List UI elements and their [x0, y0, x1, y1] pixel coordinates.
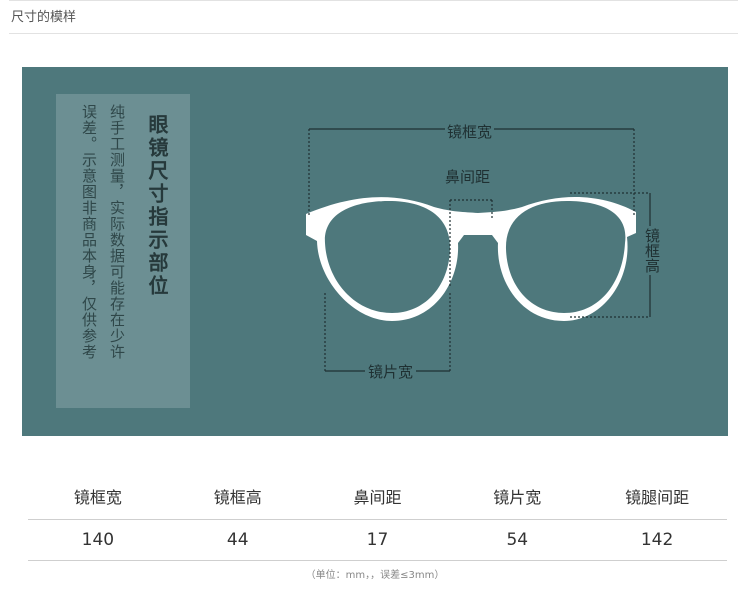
spec-header-temple-span: 镜腿间距 — [625, 488, 690, 507]
label-lens-width: 镜片宽 — [365, 363, 417, 381]
glasses-frame-illustration — [306, 196, 636, 321]
spec-value-row: 140 44 17 54 142 — [28, 520, 727, 561]
spec-header-nose-bridge: 鼻间距 — [353, 488, 402, 507]
size-guide-panel: 眼镜尺寸指示部位 纯手工测量，实际数据可能存在少许 误差。示意图非商品本身，仅供… — [22, 67, 728, 436]
spec-header-lens-width: 镜片宽 — [493, 488, 542, 507]
section-title: 尺寸的模样 — [11, 10, 77, 25]
label-nose-bridge: 鼻间距 — [445, 168, 491, 186]
spec-value-temple-span: 142 — [640, 530, 674, 550]
spec-header-frame-height: 镜框高 — [213, 488, 262, 507]
size-spec-table: 镜框宽 镜框高 鼻间距 镜片宽 镜腿间距 140 44 17 54 142 — [28, 480, 727, 561]
spec-header-row: 镜框宽 镜框高 鼻间距 镜片宽 镜腿间距 — [28, 480, 727, 520]
spec-value-nose-bridge: 17 — [366, 530, 389, 550]
label-frame-width: 镜框宽 — [445, 123, 495, 141]
spec-header-frame-width: 镜框宽 — [73, 488, 122, 507]
spec-value-frame-width: 140 — [81, 530, 115, 550]
glasses-frame — [306, 196, 636, 321]
label-frame-height: 镜框高 — [643, 226, 661, 275]
dimension-lines — [308, 128, 651, 372]
unit-footnote: （单位：mm，，误差≤3mm） — [305, 570, 445, 581]
spec-value-frame-height: 44 — [226, 530, 249, 550]
spec-value-lens-width: 54 — [506, 530, 529, 550]
section-header: 尺寸的模样 — [9, 0, 738, 34]
